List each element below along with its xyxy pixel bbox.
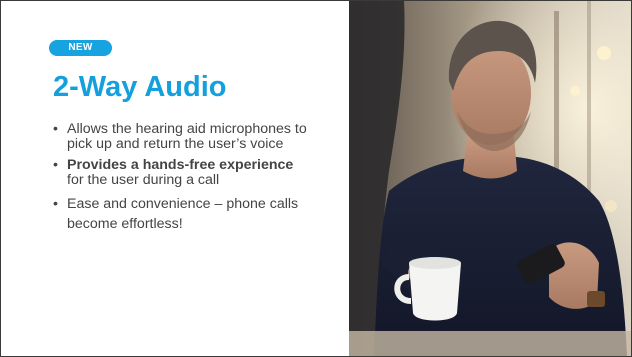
bullet-dot-icon: • xyxy=(53,196,58,212)
bullet-item: • Provides a hands-free experience for t… xyxy=(53,158,313,187)
man-holding-phone-and-mug-photo xyxy=(349,1,631,356)
bullet-item: • Ease and convenience – phone calls bec… xyxy=(53,194,313,234)
bullet-dot-icon: • xyxy=(53,157,58,173)
new-badge: NEW xyxy=(49,40,112,56)
bullet-dot-icon: • xyxy=(53,121,58,137)
text-panel: NEW 2-Way Audio • Allows the hearing aid… xyxy=(1,1,349,356)
bullet-text: Ease and convenience – phone calls becom… xyxy=(67,196,299,232)
slide: NEW 2-Way Audio • Allows the hearing aid… xyxy=(0,0,632,357)
photo-illustration xyxy=(349,1,631,356)
bullet-list: • Allows the hearing aid microphones to … xyxy=(53,122,313,241)
bullet-text: Allows the hearing aid microphones to pi… xyxy=(67,121,307,152)
slide-title: 2-Way Audio xyxy=(53,71,227,103)
bullet-item: • Allows the hearing aid microphones to … xyxy=(53,122,313,151)
bullet-text: for the user during a call xyxy=(67,171,220,188)
